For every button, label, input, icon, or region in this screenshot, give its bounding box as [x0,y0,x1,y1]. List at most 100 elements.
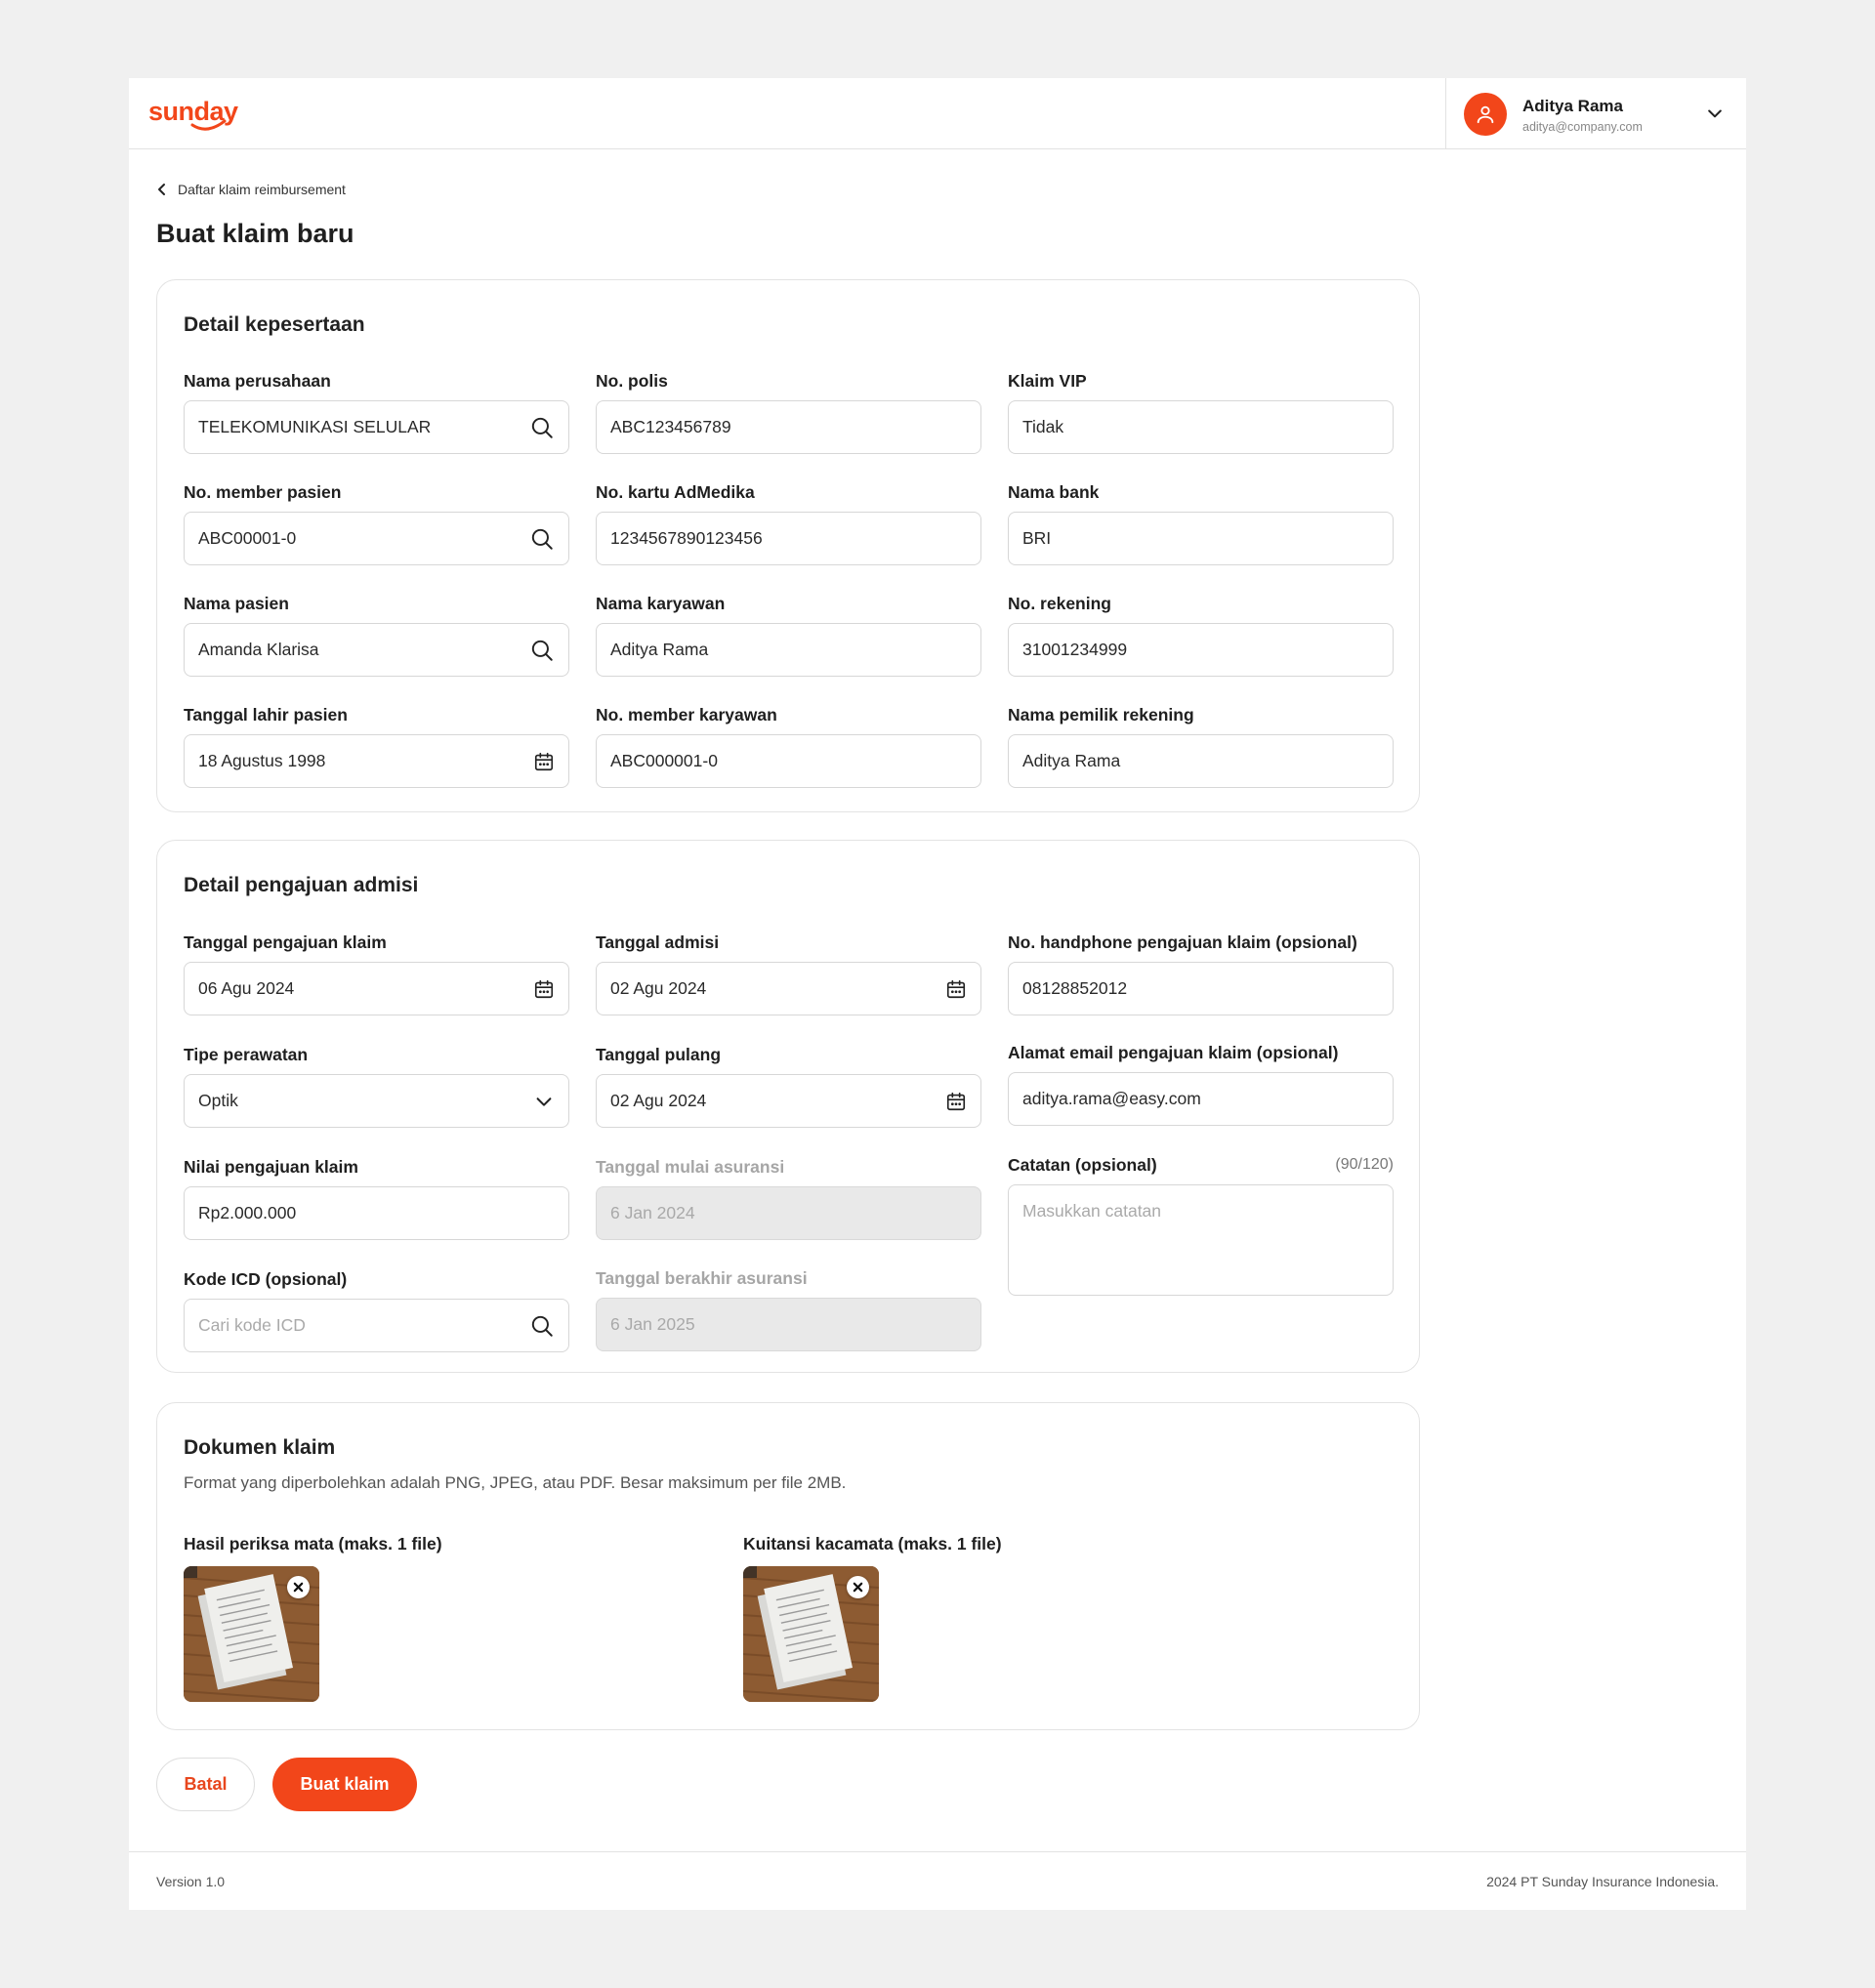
calendar-icon[interactable] [533,978,555,1000]
email-input[interactable]: aditya.rama@easy.com [1008,1072,1394,1126]
policy-number-input[interactable]: ABC123456789 [596,400,981,454]
input-value: 02 Agu 2024 [610,1091,707,1110]
upload-label: Kuitansi kacamata (maks. 1 file) [743,1534,1002,1553]
chevron-left-icon [158,184,165,195]
phone-input[interactable]: 08128852012 [1008,962,1394,1015]
patient-member-input[interactable]: ABC00001-0 [184,512,569,565]
field-label: Kode ICD (opsional) [184,1269,348,1289]
search-icon[interactable] [529,415,555,440]
select-value: Optik [198,1091,238,1110]
company-name-input[interactable]: TELEKOMUNIKASI SELULAR [184,400,569,454]
field-label: No. member pasien [184,482,342,502]
field-label: Nama bank [1008,482,1100,502]
field-label: No. member karyawan [596,705,777,725]
input-value: Aditya Rama [610,640,709,659]
patient-member-field: No. member pasien ABC00001-0 [184,481,569,565]
field-label: Tanggal lahir pasien [184,705,348,725]
field-label-row: Catatan (opsional) (90/120) [1008,1154,1394,1176]
icd-field: Kode ICD (opsional) Cari kode ICD [184,1268,569,1352]
company-name-field: Nama perusahaan TELEKOMUNIKASI SELULAR [184,370,569,454]
input-value: 1234567890123456 [610,528,763,548]
chevron-down-icon[interactable] [1705,104,1725,123]
admedika-card-input[interactable]: 1234567890123456 [596,512,981,565]
account-owner-input[interactable]: Aditya Rama [1008,734,1394,788]
footer: Version 1.0 2024 PT Sunday Insurance Ind… [129,1851,1746,1910]
close-icon[interactable] [847,1576,869,1598]
icd-search-input[interactable]: Cari kode ICD [184,1299,569,1352]
input-placeholder: Cari kode ICD [198,1315,306,1335]
field-label: Alamat email pengajuan klaim (opsional) [1008,1043,1339,1062]
field-label: Tanggal pengajuan klaim [184,932,387,952]
section-title: Detail kepesertaan [184,313,365,336]
user-name: Aditya Rama [1522,97,1623,115]
account-number-input[interactable]: 31001234999 [1008,623,1394,677]
copyright-text: 2024 PT Sunday Insurance Indonesia. [1486,1874,1719,1889]
user-email: aditya@company.com [1522,120,1643,134]
discharge-date-field: Tanggal pulang 02 Agu 2024 [596,1044,981,1128]
admission-date-input[interactable]: 02 Agu 2024 [596,962,981,1015]
calendar-icon[interactable] [533,751,555,772]
breadcrumb[interactable]: Daftar klaim reimbursement [156,179,346,200]
notes-textarea[interactable]: Masukkan catatan [1008,1184,1394,1296]
employee-name-field: Nama karyawan Aditya Rama [596,593,981,677]
notes-field: Catatan (opsional) (90/120) Masukkan cat… [1008,1154,1394,1296]
cancel-button[interactable]: Batal [156,1758,255,1811]
close-icon[interactable] [287,1576,310,1598]
field-label: Tanggal berakhir asuransi [596,1268,808,1288]
upload-label: Hasil periksa mata (maks. 1 file) [184,1534,442,1553]
input-value: 06 Agu 2024 [198,978,295,998]
field-label: Catatan (opsional) [1008,1155,1157,1175]
account-owner-field: Nama pemilik rekening Aditya Rama [1008,704,1394,788]
user-icon [1477,105,1494,124]
employee-member-field: No. member karyawan ABC000001-0 [596,704,981,788]
char-counter: (90/120) [1335,1156,1394,1173]
care-type-select[interactable]: Optik [184,1074,569,1128]
documents-description: Format yang diperbolehkan adalah PNG, JP… [184,1473,847,1492]
chevron-down-icon[interactable] [533,1091,555,1112]
submit-claim-button[interactable]: Buat klaim [272,1758,417,1811]
input-value: ABC00001-0 [198,528,297,548]
patient-name-input[interactable]: Amanda Klarisa [184,623,569,677]
admedika-card-field: No. kartu AdMedika 1234567890123456 [596,481,981,565]
field-label: Tanggal pulang [596,1045,722,1064]
calendar-icon[interactable] [945,978,967,1000]
breadcrumb-link[interactable]: Daftar klaim reimbursement [178,182,346,197]
search-icon[interactable] [529,638,555,663]
textarea-placeholder: Masukkan catatan [1022,1201,1162,1221]
input-value: BRI [1022,528,1052,548]
user-menu[interactable]: Aditya Rama aditya@company.com [1445,78,1746,149]
document-thumbnail[interactable] [743,1566,879,1702]
eye-exam-upload: Hasil periksa mata (maks. 1 file) [184,1534,442,1702]
calendar-icon[interactable] [945,1091,967,1112]
search-icon[interactable] [529,1313,555,1339]
discharge-date-input[interactable]: 02 Agu 2024 [596,1074,981,1128]
patient-name-field: Nama pasien Amanda Klarisa [184,593,569,677]
input-value: ABC000001-0 [610,751,718,770]
vip-claim-field: Klaim VIP Tidak [1008,370,1394,454]
input-value: ABC123456789 [610,417,731,436]
vip-claim-input[interactable]: Tidak [1008,400,1394,454]
policy-number-field: No. polis ABC123456789 [596,370,981,454]
membership-card: Detail kepesertaan Nama perusahaan TELEK… [156,279,1420,812]
field-label: Nilai pengajuan klaim [184,1157,358,1177]
bank-name-field: Nama bank BRI [1008,481,1394,565]
app-window: sunday Aditya Rama aditya@company.com Da… [129,78,1746,1910]
input-value: 08128852012 [1022,978,1128,998]
insurance-start-field: Tanggal mulai asuransi 6 Jan 2024 [596,1156,981,1240]
avatar [1464,93,1507,136]
employee-member-input[interactable]: ABC000001-0 [596,734,981,788]
employee-name-input[interactable]: Aditya Rama [596,623,981,677]
bank-name-input[interactable]: BRI [1008,512,1394,565]
search-icon[interactable] [529,526,555,552]
field-label: Tanggal admisi [596,932,720,952]
admission-date-field: Tanggal admisi 02 Agu 2024 [596,932,981,1015]
input-value: Rp2.000.000 [198,1203,297,1222]
sunday-logo[interactable]: sunday [146,92,244,137]
glasses-receipt-upload: Kuitansi kacamata (maks. 1 file) [743,1534,1002,1702]
field-label: No. polis [596,371,668,391]
document-thumbnail[interactable] [184,1566,319,1702]
field-label: Nama perusahaan [184,371,331,391]
claim-amount-input[interactable]: Rp2.000.000 [184,1186,569,1240]
patient-birthdate-input[interactable]: 18 Agustus 1998 [184,734,569,788]
claim-date-input[interactable]: 06 Agu 2024 [184,962,569,1015]
